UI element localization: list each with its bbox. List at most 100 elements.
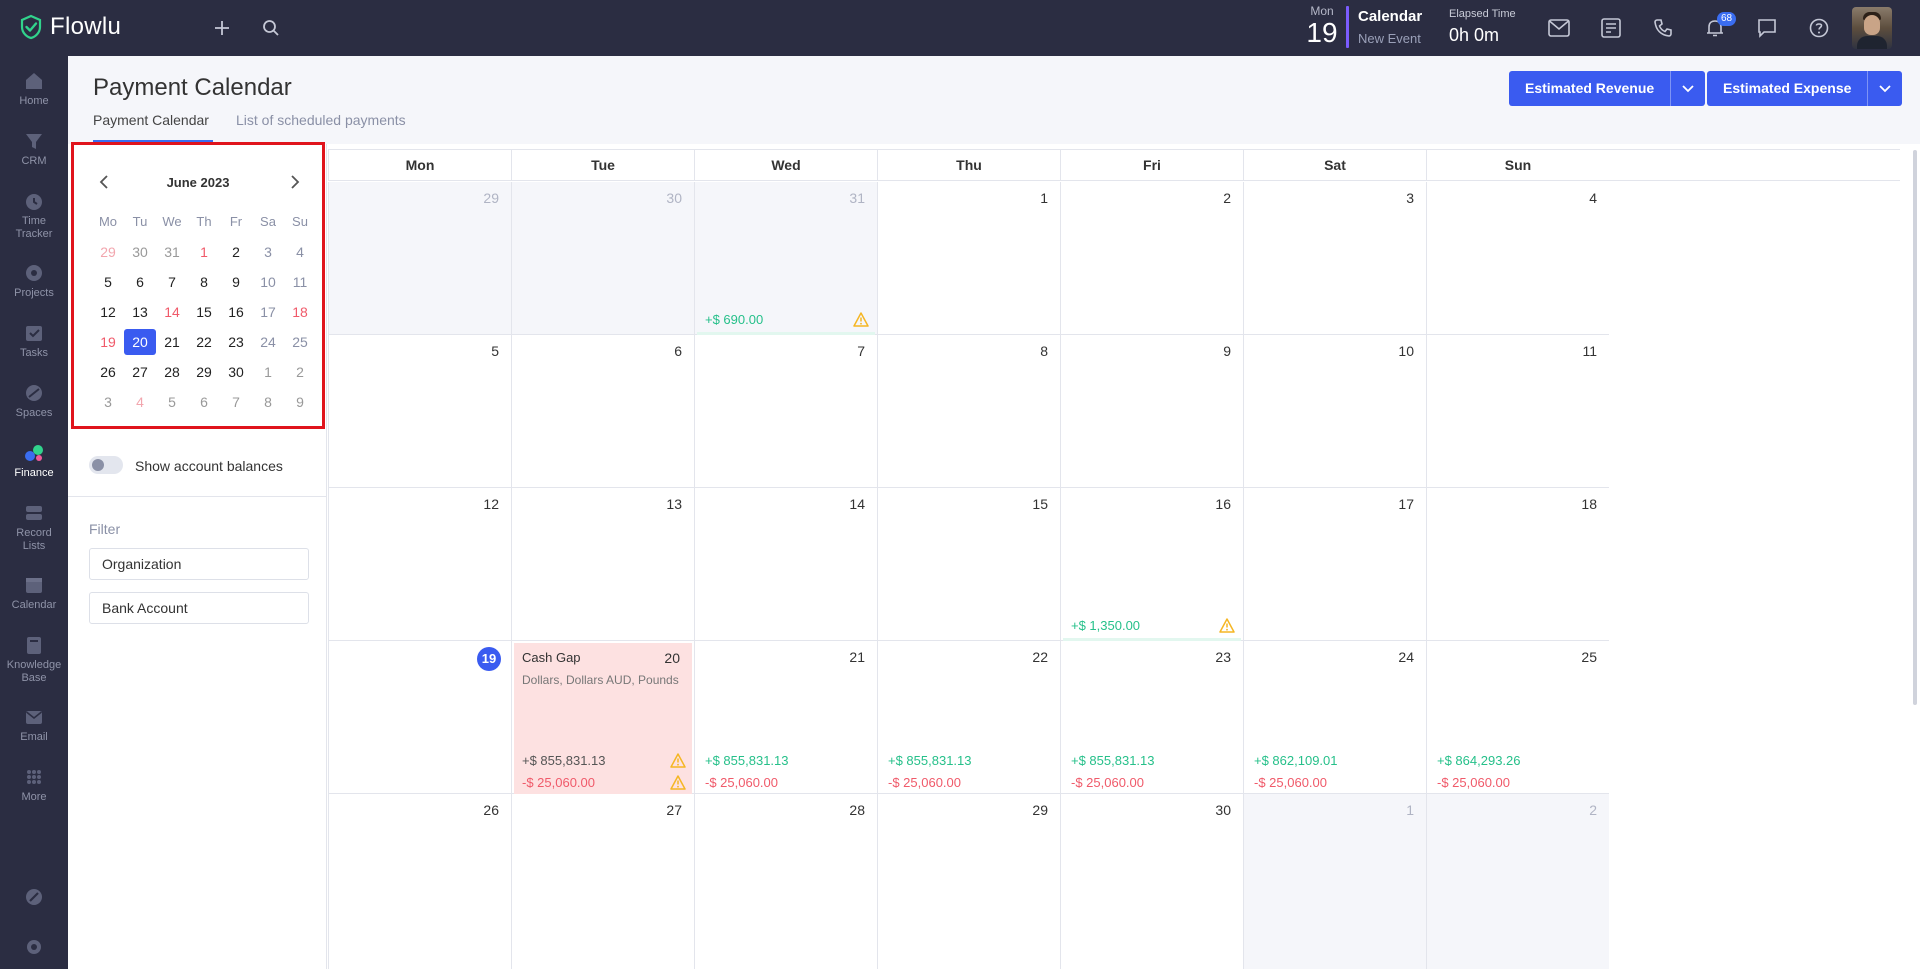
calendar-day-cell[interactable]: 17	[1243, 488, 1426, 641]
mini-calendar-day[interactable]: 4	[284, 239, 316, 265]
estimated-revenue-button[interactable]: Estimated Revenue	[1509, 71, 1706, 106]
mini-calendar-day[interactable]: 7	[156, 269, 188, 295]
calendar-link[interactable]: Calendar	[1358, 8, 1422, 25]
new-event-link[interactable]: New Event	[1358, 31, 1421, 46]
nav-integrations[interactable]	[0, 886, 68, 911]
logo[interactable]: Flowlu	[18, 13, 121, 41]
scrollbar[interactable]	[1913, 150, 1917, 705]
mini-calendar-day[interactable]: 14	[156, 299, 188, 325]
expense-amount[interactable]: -$ 25,060.00	[1437, 775, 1510, 790]
expense-amount[interactable]: -$ 25,060.00	[705, 775, 778, 790]
nav-crm[interactable]: CRM	[0, 130, 68, 168]
today-date[interactable]: Mon 19	[1303, 5, 1341, 48]
mini-calendar-day[interactable]: 2	[220, 239, 252, 265]
calendar-day-cell[interactable]: 22+$ 855,831.13-$ 25,060.00+$ 830,771.13	[877, 641, 1060, 819]
help-icon[interactable]	[1807, 16, 1831, 40]
mini-calendar-day[interactable]: 17	[252, 299, 284, 325]
account-balances-toggle[interactable]	[89, 456, 123, 474]
chevron-right-icon[interactable]	[290, 175, 300, 192]
notes-icon[interactable]	[1599, 16, 1623, 40]
mini-calendar-day[interactable]: 1	[188, 239, 220, 265]
calendar-day-cell[interactable]: 16+$ 1,350.00+$ 1,350.00	[1060, 488, 1243, 660]
elapsed-time-value[interactable]: 0h 0m	[1449, 25, 1499, 46]
search-icon[interactable]	[259, 16, 283, 40]
mini-calendar-day[interactable]: 29	[92, 239, 124, 265]
mini-calendar-day[interactable]: 9	[220, 269, 252, 295]
mini-calendar-day[interactable]: 3	[92, 389, 124, 415]
expense-amount[interactable]: -$ 25,060.00	[1254, 775, 1327, 790]
estimated-expense-button[interactable]: Estimated Expense	[1707, 71, 1903, 106]
calendar-day-cell[interactable]: 3	[1243, 182, 1426, 335]
mini-calendar-day[interactable]: 5	[92, 269, 124, 295]
calendar-day-cell[interactable]: 5	[328, 335, 511, 488]
mini-calendar-day[interactable]: 2	[284, 359, 316, 385]
mini-calendar-day[interactable]: 7	[220, 389, 252, 415]
income-amount[interactable]: +$ 862,109.01	[1254, 753, 1338, 768]
chat-icon[interactable]	[1755, 16, 1779, 40]
phone-icon[interactable]	[1651, 16, 1675, 40]
calendar-day-cell[interactable]: 24+$ 862,109.01-$ 25,060.00+$ 837,049.01	[1243, 641, 1426, 819]
nav-tasks[interactable]: Tasks	[0, 322, 68, 360]
expense-amount[interactable]: -$ 25,060.00	[888, 775, 961, 790]
mini-calendar-day[interactable]: 27	[124, 359, 156, 385]
calendar-day-cell[interactable]: 30	[511, 182, 694, 335]
organization-filter[interactable]: Organization	[89, 548, 309, 580]
calendar-day-cell[interactable]: 23+$ 855,831.13-$ 25,060.00+$ 830,771.13	[1060, 641, 1243, 819]
calendar-day-cell[interactable]: 13	[511, 488, 694, 641]
expense-amount[interactable]: -$ 25,060.00	[522, 775, 595, 790]
nav-spaces[interactable]: Spaces	[0, 382, 68, 420]
calendar-day-cell[interactable]: 21+$ 855,831.13-$ 25,060.00+$ 830,771.13	[694, 641, 877, 819]
mini-calendar-day[interactable]: 19	[92, 329, 124, 355]
mail-icon[interactable]	[1547, 16, 1571, 40]
mini-calendar-day[interactable]: 22	[188, 329, 220, 355]
calendar-day-cell[interactable]: 15	[877, 488, 1060, 641]
calendar-day-cell[interactable]: 31+$ 690.00+$ 690.00	[694, 182, 877, 354]
calendar-day-cell[interactable]: 10	[1243, 335, 1426, 488]
calendar-day-cell[interactable]: 11	[1426, 335, 1609, 488]
mini-calendar-day[interactable]: 5	[156, 389, 188, 415]
income-amount[interactable]: +$ 855,831.13	[705, 753, 789, 768]
mini-calendar-day[interactable]: 8	[252, 389, 284, 415]
nav-home[interactable]: Home	[0, 70, 68, 108]
calendar-day-cell[interactable]: 1	[1243, 794, 1426, 969]
calendar-day-cell[interactable]: 26	[328, 794, 511, 969]
calendar-day-cell[interactable]: 29	[877, 794, 1060, 969]
tab-scheduled-payments[interactable]: List of scheduled payments	[236, 112, 406, 128]
nav-email[interactable]: Email	[0, 706, 68, 744]
calendar-day-cell[interactable]: 14	[694, 488, 877, 641]
nav-projects[interactable]: Projects	[0, 262, 68, 300]
mini-calendar-day[interactable]: 8	[188, 269, 220, 295]
calendar-day-cell[interactable]: 27	[511, 794, 694, 969]
mini-calendar-day[interactable]: 26	[92, 359, 124, 385]
mini-calendar-day[interactable]: 29	[188, 359, 220, 385]
calendar-day-cell[interactable]: 28	[694, 794, 877, 969]
mini-calendar-day[interactable]: 23	[220, 329, 252, 355]
mini-calendar-day[interactable]: 20	[124, 329, 156, 355]
mini-calendar-day[interactable]: 30	[124, 239, 156, 265]
mini-calendar-day[interactable]: 12	[92, 299, 124, 325]
mini-calendar-day[interactable]: 4	[124, 389, 156, 415]
nav-finance[interactable]: Finance	[0, 442, 68, 480]
mini-calendar-day[interactable]: 15	[188, 299, 220, 325]
mini-calendar-day[interactable]: 25	[284, 329, 316, 355]
nav-settings[interactable]	[0, 936, 68, 961]
calendar-day-cell[interactable]: 8	[877, 335, 1060, 488]
calendar-day-cell[interactable]: 19	[328, 641, 511, 794]
mini-calendar-day[interactable]: 21	[156, 329, 188, 355]
income-amount[interactable]: +$ 855,831.13	[888, 753, 972, 768]
mini-calendar-day[interactable]: 28	[156, 359, 188, 385]
mini-calendar-day[interactable]: 30	[220, 359, 252, 385]
income-amount[interactable]: +$ 864,293.26	[1437, 753, 1521, 768]
mini-calendar-day[interactable]: 11	[284, 269, 316, 295]
mini-calendar-day[interactable]: 16	[220, 299, 252, 325]
user-avatar[interactable]	[1852, 7, 1892, 49]
calendar-day-cell[interactable]: 2	[1426, 794, 1609, 969]
mini-calendar-day[interactable]: 6	[124, 269, 156, 295]
calendar-day-cell[interactable]: 29	[328, 182, 511, 335]
income-amount[interactable]: +$ 855,831.13	[1071, 753, 1155, 768]
mini-calendar-day[interactable]: 24	[252, 329, 284, 355]
chevron-down-icon[interactable]	[1671, 71, 1705, 106]
nav-time-tracker[interactable]: Time Tracker	[0, 190, 68, 241]
mini-calendar-day[interactable]: 18	[284, 299, 316, 325]
mini-calendar-day[interactable]: 10	[252, 269, 284, 295]
